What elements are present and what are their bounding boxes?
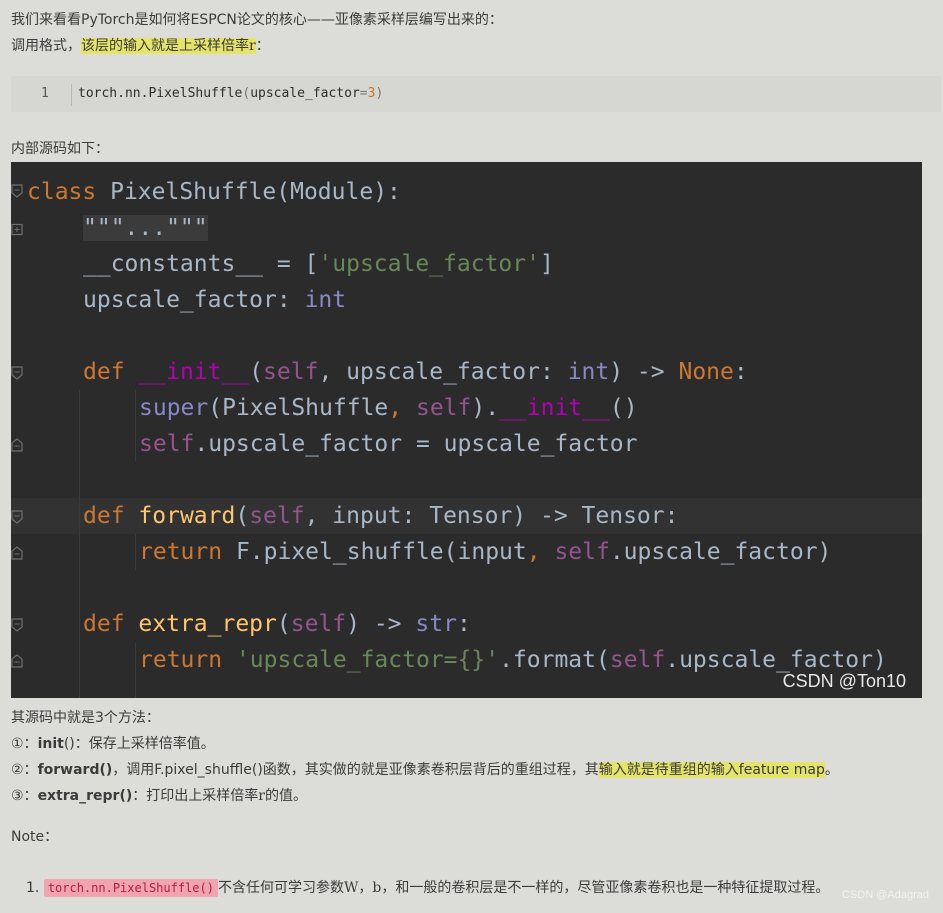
fold-collapsed-icon[interactable] <box>11 223 23 237</box>
fold-open-icon[interactable] <box>11 366 23 380</box>
var-r: r <box>249 38 256 54</box>
indent-guide <box>135 534 136 570</box>
code-snippet: 1 torch.nn.PixelShuffle(upscale_factor=3… <box>11 76 941 112</box>
intro-highlight: 该层的输入就是上采样倍率r <box>81 38 256 54</box>
fold-open-icon[interactable] <box>11 618 23 632</box>
var-b: b <box>372 880 382 896</box>
code-line-def-init: def __init__(self, upscale_factor: int) … <box>83 359 748 385</box>
code-editor-image: class PixelShuffle(Module): """...""" __… <box>11 162 922 698</box>
code-line-return-format: return 'upscale_factor={}'.format(self.u… <box>139 647 887 673</box>
page-watermark: CSDN @Adagrad <box>842 889 929 901</box>
fold-open-icon[interactable] <box>11 510 23 524</box>
code-line-class: class PixelShuffle(Module): <box>27 179 401 205</box>
code-line-docstring: """...""" <box>83 215 208 241</box>
var-w: W <box>343 880 359 896</box>
code-line-assign: self.upscale_factor = upscale_factor <box>139 431 638 457</box>
method-item-extra-repr: ③：extra_repr()：打印出上采样倍率r的值。 <box>11 788 307 804</box>
code-line-constants: __constants__ = ['upscale_factor'] <box>83 251 554 277</box>
fold-end-icon[interactable] <box>11 546 23 560</box>
code-line-super: super(PixelShuffle, self).__init__() <box>139 395 638 421</box>
indent-guide <box>79 390 80 698</box>
method-item-init: ①：init()：保存上采样倍率值。 <box>11 736 215 752</box>
fold-open-icon[interactable] <box>11 184 23 198</box>
fold-end-icon[interactable] <box>11 654 23 668</box>
image-watermark: CSDN @Ton10 <box>782 671 906 691</box>
method-item-forward: ②：forward()，调用F.pixel_shuffle()函数，其实做的就是… <box>11 762 839 778</box>
intro-line-1: 我们来看看PyTorch是如何将ESPCN论文的核心——亚像素采样层编写出来的： <box>11 12 503 28</box>
snippet-code: torch.nn.PixelShuffle(upscale_factor=3) <box>78 86 384 101</box>
code-line-return-shuffle: return F.pixel_shuffle(input, self.upsca… <box>139 539 832 565</box>
list-number: 1. <box>26 880 40 896</box>
code-line-def-forward: def forward(self, input: Tensor) -> Tens… <box>83 503 679 529</box>
note-item: 1. torch.nn.PixelShuffle() 不含任何可学习参数W，b，和… <box>26 879 830 897</box>
intro-suffix: ： <box>255 38 270 54</box>
indent-guide <box>135 642 136 698</box>
inline-code: torch.nn.PixelShuffle() <box>43 879 218 897</box>
code-line-def-extra-repr: def extra_repr(self) -> str: <box>83 611 471 637</box>
code-line-attr: upscale_factor: int <box>83 287 347 313</box>
source-label: 内部源码如下： <box>11 141 109 157</box>
note-label: Note： <box>11 829 59 845</box>
intro-line-2: 调用格式，该层的输入就是上采样倍率r： <box>11 35 270 57</box>
fold-end-icon[interactable] <box>11 438 23 452</box>
methods-heading: 其源码中就是3个方法： <box>11 710 160 726</box>
line-number: 1 <box>41 86 49 101</box>
intro-prefix: 调用格式， <box>11 38 81 54</box>
gutter-divider <box>71 84 72 106</box>
indent-guide <box>135 390 136 462</box>
forward-highlight: 输入就是待重组的输入feature map <box>598 762 825 778</box>
